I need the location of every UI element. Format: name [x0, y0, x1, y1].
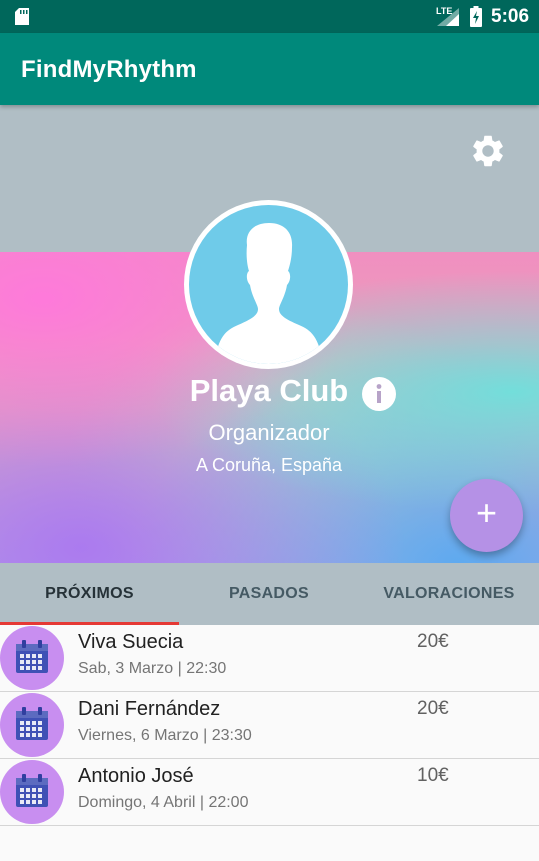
app-bar: FindMyRhythm	[0, 33, 539, 105]
status-bar: LTE 5:06	[0, 0, 539, 33]
event-title: Viva Suecia	[78, 631, 184, 653]
event-price: 20€	[417, 631, 449, 652]
person-silhouette-icon	[214, 223, 323, 364]
profile-name: Playa Club	[189, 373, 349, 408]
event-list: Viva Suecia Sab, 3 Marzo | 22:30 20€ Dan…	[0, 625, 539, 826]
calendar-icon	[16, 774, 48, 807]
tab-valoraciones[interactable]: VALORACIONES	[359, 563, 539, 625]
event-badge	[0, 760, 64, 824]
clock: 5:06	[491, 6, 530, 27]
event-price: 20€	[417, 698, 449, 719]
event-date: Sab, 3 Marzo | 22:30	[78, 660, 227, 677]
add-event-button[interactable]: +	[450, 479, 523, 552]
profile-location: A Coruña, España	[195, 455, 343, 475]
list-item[interactable]: Antonio José Domingo, 4 Abril | 22:00 10…	[0, 759, 539, 826]
avatar[interactable]	[184, 200, 353, 369]
avatar-image	[189, 205, 348, 364]
profile-role: Organizador	[208, 420, 330, 445]
event-price: 10€	[417, 765, 449, 786]
app-title: FindMyRhythm	[21, 56, 197, 83]
event-badge	[0, 693, 64, 757]
event-date: Viernes, 6 Marzo | 23:30	[78, 727, 252, 744]
info-icon[interactable]	[362, 377, 396, 411]
event-badge	[0, 626, 64, 690]
list-item[interactable]: Dani Fernández Viernes, 6 Marzo | 23:30 …	[0, 692, 539, 759]
sd-card-icon	[15, 8, 29, 25]
tab-bar: PRÓXIMOS PASADOS VALORACIONES	[0, 563, 539, 625]
event-title: Antonio José	[78, 765, 194, 787]
gear-icon[interactable]	[469, 132, 507, 170]
event-title: Dani Fernández	[78, 698, 221, 720]
calendar-icon	[16, 640, 48, 673]
battery-charging-icon	[470, 6, 482, 27]
signal-icon	[437, 8, 459, 26]
tab-pasados[interactable]: PASADOS	[179, 563, 359, 625]
tab-proximos[interactable]: PRÓXIMOS	[0, 563, 179, 625]
event-date: Domingo, 4 Abril | 22:00	[78, 794, 249, 811]
list-item[interactable]: Viva Suecia Sab, 3 Marzo | 22:30 20€	[0, 625, 539, 692]
plus-icon: +	[475, 492, 498, 533]
calendar-icon	[16, 707, 48, 740]
